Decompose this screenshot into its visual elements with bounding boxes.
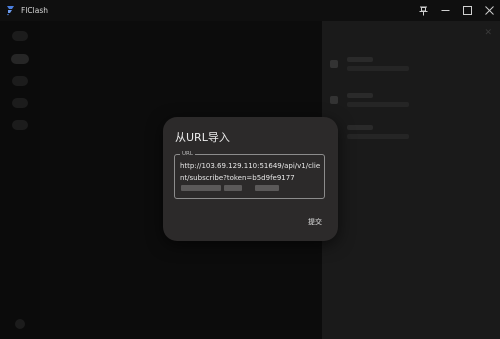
redacted-text — [181, 185, 221, 191]
app-window: FlClash ✕ 从URL导入 URL http://103.69.129.1… — [0, 0, 500, 339]
drawer-option[interactable] — [330, 91, 495, 113]
file-icon — [330, 96, 338, 104]
nav-rail — [0, 21, 40, 339]
close-icon[interactable] — [478, 0, 500, 21]
drawer-option[interactable] — [330, 123, 495, 145]
app-title: FlClash — [21, 6, 48, 15]
maximize-icon[interactable] — [456, 0, 478, 21]
qrcode-icon — [330, 60, 338, 68]
dialog-title: 从URL导入 — [175, 131, 230, 144]
flclash-logo-icon — [5, 5, 16, 16]
nav-item-proxies[interactable] — [11, 54, 29, 64]
drawer-option[interactable] — [330, 55, 495, 77]
url-input-value[interactable]: http://103.69.129.110:51649/api/v1/clien… — [180, 161, 322, 184]
window-controls — [412, 0, 500, 21]
side-drawer: ✕ — [322, 21, 500, 339]
title-bar[interactable]: FlClash — [0, 0, 500, 21]
nav-item-profiles[interactable] — [12, 76, 28, 86]
redacted-text — [224, 185, 242, 191]
submit-button[interactable]: 提交 — [305, 215, 325, 229]
url-input[interactable]: URL http://103.69.129.110:51649/api/v1/c… — [174, 150, 325, 199]
drawer-close-icon[interactable]: ✕ — [484, 28, 492, 38]
minimize-icon[interactable] — [434, 0, 456, 21]
nav-item-dashboard[interactable] — [12, 31, 28, 41]
url-field-label: URL — [180, 150, 195, 158]
import-url-dialog: 从URL导入 URL http://103.69.129.110:51649/a… — [163, 117, 338, 241]
nav-collapse-button[interactable] — [15, 319, 25, 329]
nav-item-settings[interactable] — [12, 120, 28, 130]
nav-item-requests[interactable] — [12, 98, 28, 108]
redacted-text — [255, 185, 279, 191]
pin-icon[interactable] — [412, 0, 434, 21]
